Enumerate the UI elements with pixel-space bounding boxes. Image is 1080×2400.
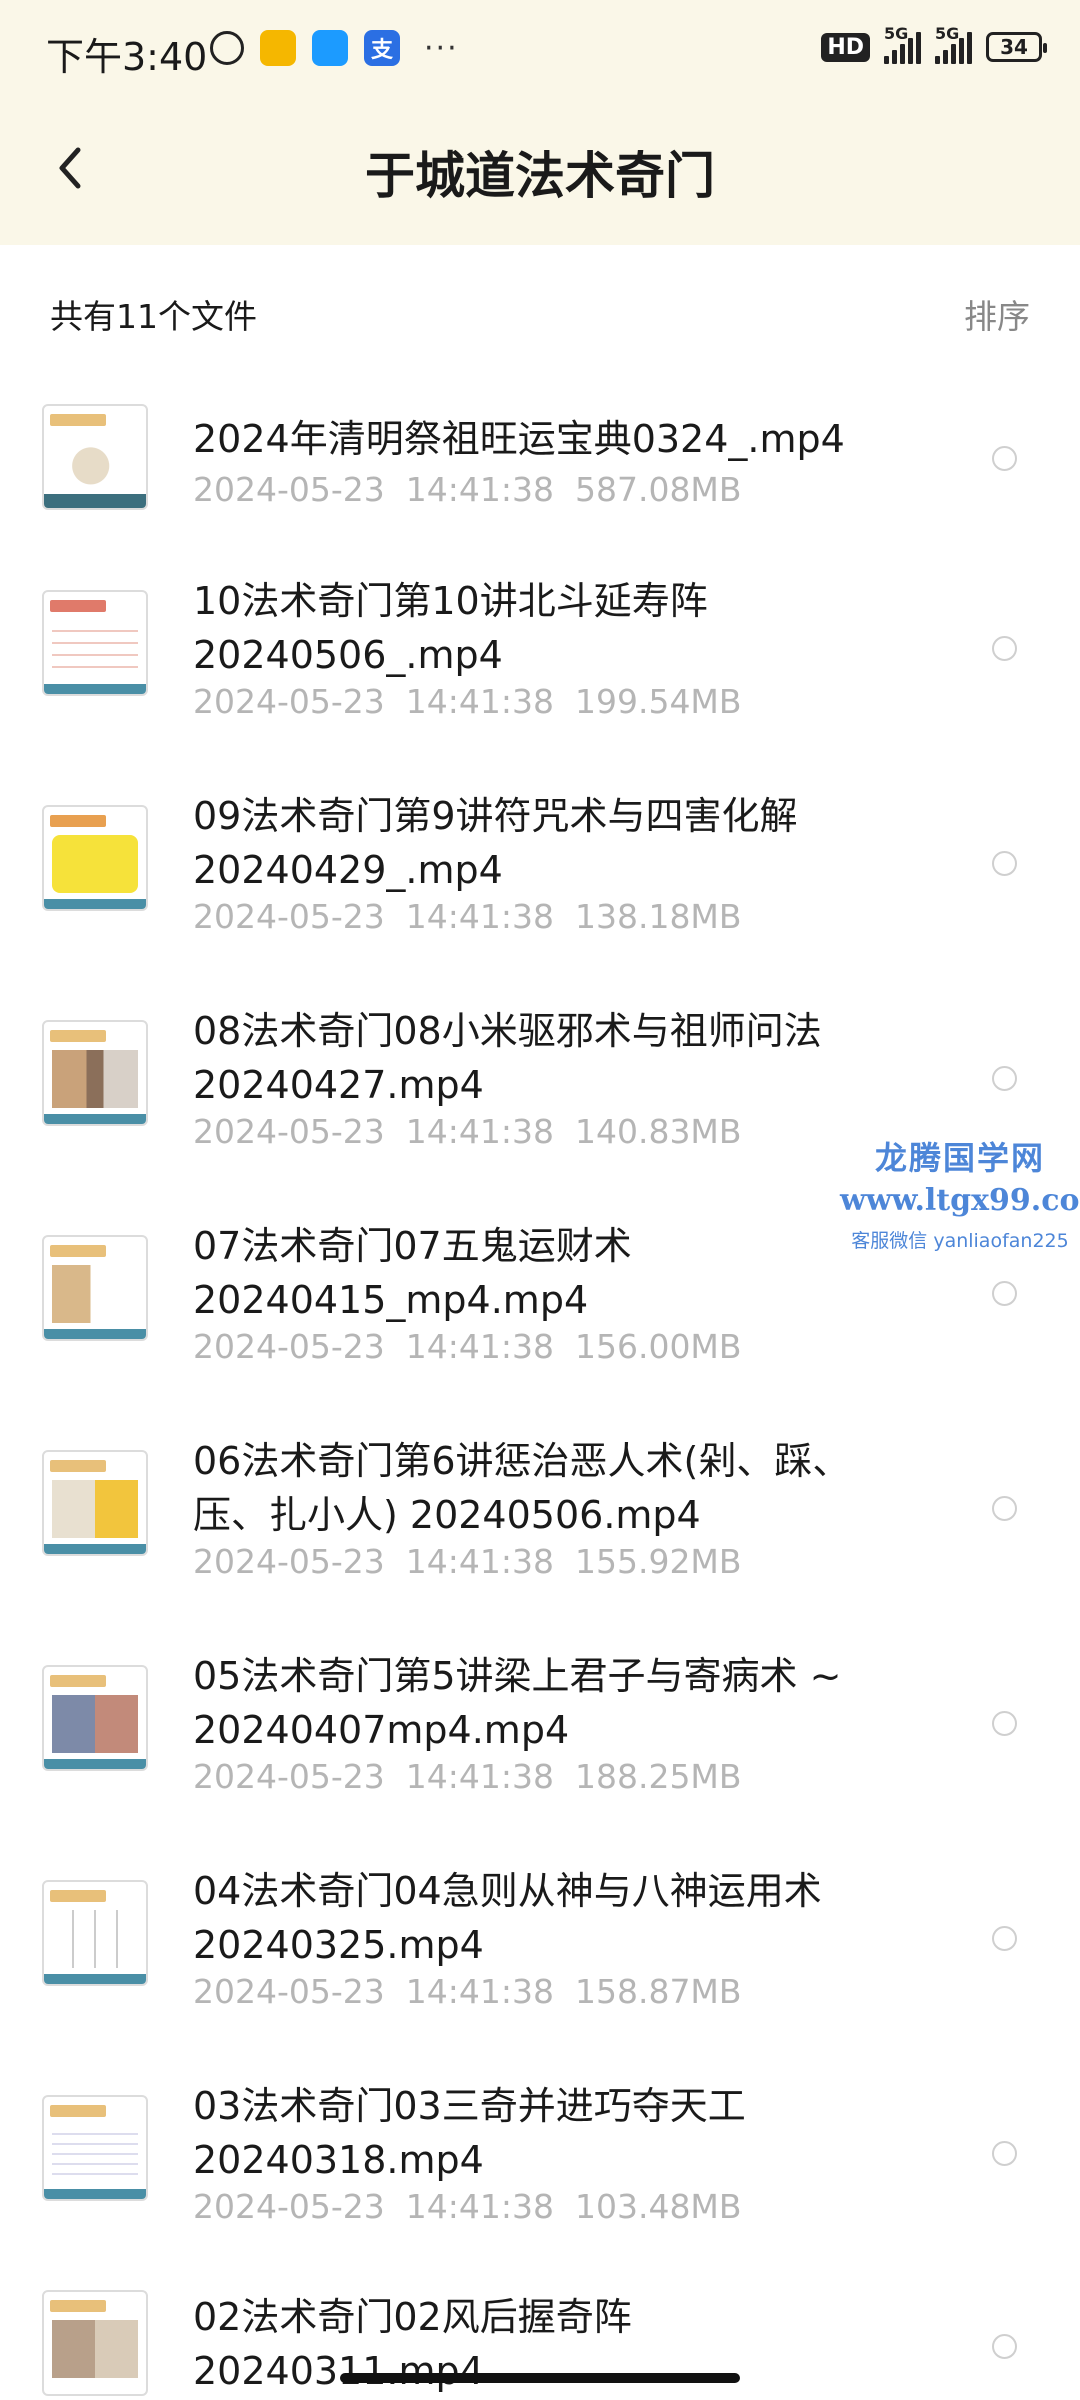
system-icons: HD 5G 5G 34 [821, 24, 1047, 64]
video-thumbnail [42, 404, 148, 510]
battery-level: 34 [1000, 35, 1028, 59]
home-indicator[interactable] [340, 2373, 740, 2383]
sort-button[interactable]: 排序 [964, 290, 1030, 338]
watermark-wechat: 客服微信 yanliaofan225 [851, 1230, 1069, 1252]
file-meta: 2024-05-23 14:41:38 156.00MB [193, 1327, 742, 1366]
video-thumbnail [42, 1020, 148, 1126]
select-radio[interactable] [992, 1281, 1017, 1306]
page-title: 于城道法术奇门 [365, 147, 715, 205]
hd-badge: HD [821, 32, 870, 62]
file-row[interactable]: 06法术奇门第6讲惩治恶人术(剁、踩、 压、扎小人) 20240506.mp4 … [0, 1430, 1080, 1645]
watermark-title: 龙腾国学网 [874, 1139, 1045, 1177]
network-label-2: 5G [935, 24, 960, 43]
file-name: 10法术奇门第10讲北斗延寿阵 20240506_.mp4 [193, 579, 708, 677]
select-radio[interactable] [992, 2141, 1017, 2166]
select-radio[interactable] [992, 636, 1017, 661]
video-thumbnail [42, 1235, 148, 1341]
signal-icon-2: 5G [935, 24, 972, 64]
watermark-url: www.ltgx99.com [840, 1183, 1080, 1218]
network-label-1: 5G [884, 24, 909, 43]
blue-app-icon [312, 30, 348, 66]
video-thumbnail [42, 2290, 148, 2396]
file-name: 06法术奇门第6讲惩治恶人术(剁、踩、 压、扎小人) 20240506.mp4 [193, 1439, 851, 1537]
file-meta: 2024-05-23 14:41:38 155.92MB [193, 1542, 742, 1581]
select-radio[interactable] [992, 1711, 1017, 1736]
battery-icon: 34 [986, 32, 1047, 62]
file-row[interactable]: 02法术奇门02风后握奇阵 20240311.mp4 [0, 2290, 1080, 2400]
status-bar: 下午3:40 支 ··· HD 5G 5G 34 [0, 0, 1080, 100]
alipay-icon: 支 [364, 30, 400, 66]
video-thumbnail [42, 1880, 148, 1986]
file-meta: 2024-05-23 14:41:38 103.48MB [193, 2187, 742, 2226]
video-thumbnail [42, 1665, 148, 1771]
file-name: 04法术奇门04急则从神与八神运用术 20240325.mp4 [193, 1869, 822, 1967]
file-meta: 2024-05-23 14:41:38 138.18MB [193, 897, 742, 936]
file-meta: 2024-05-23 14:41:38 199.54MB [193, 682, 742, 721]
select-radio[interactable] [992, 446, 1017, 471]
video-thumbnail [42, 2095, 148, 2201]
file-meta: 2024-05-23 14:41:38 587.08MB [193, 470, 742, 509]
signal-icon-1: 5G [884, 24, 921, 64]
select-radio[interactable] [992, 1066, 1017, 1091]
yellow-app-icon [260, 30, 296, 66]
file-meta: 2024-05-23 14:41:38 158.87MB [193, 1972, 742, 2011]
select-radio[interactable] [992, 1496, 1017, 1521]
watermark: 龙腾国学网 www.ltgx99.com 客服微信 yanliaofan225 [840, 1133, 1080, 1253]
file-count-label: 共有11个文件 [50, 297, 257, 336]
file-name: 07法术奇门07五鬼运财术 20240415_mp4.mp4 [193, 1224, 632, 1322]
file-meta: 2024-05-23 14:41:38 140.83MB [193, 1112, 742, 1151]
file-row[interactable]: 03法术奇门03三奇并进巧夺天工 20240318.mp4 2024-05-23… [0, 2075, 1080, 2290]
file-name: 03法术奇门03三奇并进巧夺天工 20240318.mp4 [193, 2084, 746, 2182]
alarm-icon [210, 31, 244, 65]
file-name: 09法术奇门第9讲符咒术与四害化解 20240429_.mp4 [193, 794, 798, 892]
video-thumbnail [42, 590, 148, 696]
file-row[interactable]: 05法术奇门第5讲梁上君子与寄病术 ~ 20240407mp4.mp4 2024… [0, 1645, 1080, 1860]
file-row[interactable]: 04法术奇门04急则从神与八神运用术 20240325.mp4 2024-05-… [0, 1860, 1080, 2075]
file-meta: 2024-05-23 14:41:38 188.25MB [193, 1757, 742, 1796]
file-row[interactable]: 10法术奇门第10讲北斗延寿阵 20240506_.mp4 2024-05-23… [0, 570, 1080, 785]
status-time: 下午3:40 [46, 35, 208, 79]
file-name: 05法术奇门第5讲梁上君子与寄病术 ~ 20240407mp4.mp4 [193, 1654, 842, 1752]
video-thumbnail [42, 805, 148, 911]
select-radio[interactable] [992, 1926, 1017, 1951]
list-header: 共有11个文件 排序 [0, 280, 1080, 340]
more-dots-icon: ··· [424, 30, 459, 66]
file-name: 2024年清明祭祖旺运宝典0324_.mp4 [193, 417, 845, 461]
video-thumbnail [42, 1450, 148, 1556]
file-name: 08法术奇门08小米驱邪术与祖师问法 20240427.mp4 [193, 1009, 822, 1107]
select-radio[interactable] [992, 851, 1017, 876]
notification-icons: 支 ··· [210, 30, 459, 66]
select-radio[interactable] [992, 2334, 1017, 2359]
file-row[interactable]: 09法术奇门第9讲符咒术与四害化解 20240429_.mp4 2024-05-… [0, 785, 1080, 1000]
nav-bar: 于城道法术奇门 [0, 110, 1080, 230]
